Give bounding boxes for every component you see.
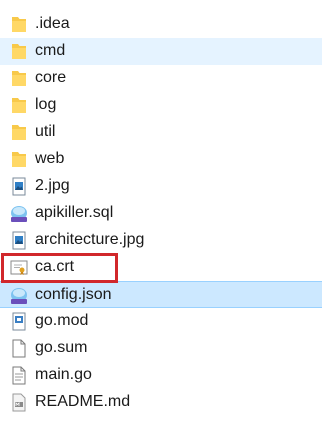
markdown-file-icon — [9, 393, 29, 412]
file-name: architecture.jpg — [35, 231, 145, 248]
file-name: go.mod — [35, 312, 89, 329]
file-name: log — [35, 96, 57, 113]
certificate-file-icon — [9, 258, 29, 277]
folder-icon — [9, 15, 29, 34]
file-row-config-json[interactable]: config.json — [0, 281, 322, 308]
sql-preview-icon — [9, 204, 29, 223]
file-row-log[interactable]: log — [0, 92, 322, 119]
blank-file-icon — [9, 339, 29, 358]
json-preview-icon — [9, 286, 29, 305]
file-name: go.sum — [35, 339, 88, 356]
folder-icon — [9, 96, 29, 115]
file-name: config.json — [35, 286, 112, 303]
file-row-util[interactable]: util — [0, 119, 322, 146]
file-name: core — [35, 69, 67, 86]
file-row-2-jpg[interactable]: 2.jpg — [0, 173, 322, 200]
file-name: apikiller.sql — [35, 204, 114, 221]
file-name: .idea — [35, 15, 70, 32]
file-row-core[interactable]: core — [0, 65, 322, 92]
file-row-go-sum[interactable]: go.sum — [0, 335, 322, 362]
file-name: README.md — [35, 393, 131, 410]
folder-icon — [9, 42, 29, 61]
file-row-readme-md[interactable]: README.md — [0, 389, 322, 416]
image-file-icon — [9, 231, 29, 250]
folder-icon — [9, 69, 29, 88]
text-file-icon — [9, 366, 29, 385]
file-row-idea[interactable]: .idea — [0, 11, 322, 38]
file-row-web[interactable]: web — [0, 146, 322, 173]
file-name: ca.crt — [35, 258, 75, 275]
file-row-apikiller-sql[interactable]: apikiller.sql — [0, 200, 322, 227]
file-row-ca-crt[interactable]: ca.crt — [0, 254, 322, 281]
file-row-cmd[interactable]: cmd — [0, 38, 322, 65]
folder-icon — [9, 123, 29, 142]
go-mod-file-icon — [9, 312, 29, 331]
file-row-architecture-jpg[interactable]: architecture.jpg — [0, 227, 322, 254]
file-name: main.go — [35, 366, 92, 383]
file-row-main-go[interactable]: main.go — [0, 362, 322, 389]
file-name: util — [35, 123, 56, 140]
file-name: 2.jpg — [35, 177, 70, 194]
file-list: .idea cmd core log util web 2.jpg apikil… — [0, 11, 322, 416]
file-name: web — [35, 150, 65, 167]
file-row-go-mod[interactable]: go.mod — [0, 308, 322, 335]
folder-icon — [9, 150, 29, 169]
file-name: cmd — [35, 42, 66, 59]
image-file-icon — [9, 177, 29, 196]
